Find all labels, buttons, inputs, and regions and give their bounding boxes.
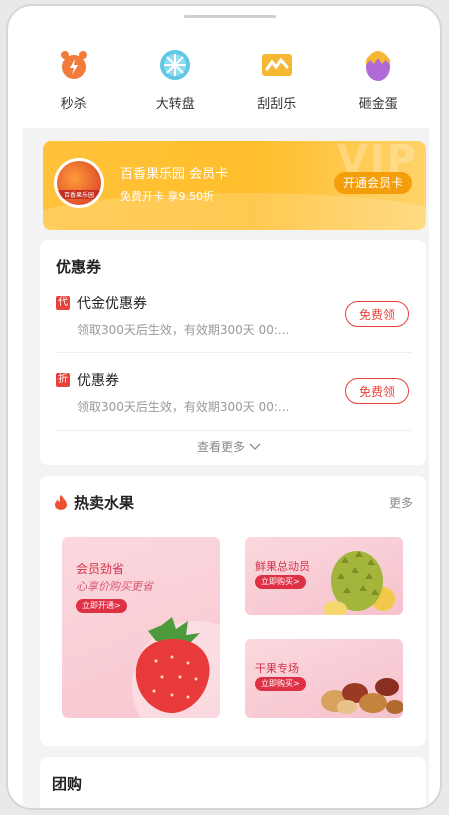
promo-title: 会员劲省 [76, 562, 125, 576]
promo-title: 鲜果总动员 [255, 560, 310, 573]
strawberry-image [135, 617, 210, 713]
claim-coupon-button[interactable]: 免费领 [345, 378, 409, 404]
fresh-fruit-promo-banner[interactable]: 鲜果总动员 立即购买> [245, 537, 403, 615]
coupon-name: 优惠券 [77, 373, 119, 389]
promo-subtitle: 心享价购买更省 [76, 580, 153, 593]
coupon-validity: 领取300天后生效，有效期300天 00:... [77, 323, 290, 337]
more-link[interactable]: 更多 [389, 494, 413, 511]
dried-nuts-image [321, 678, 403, 714]
coupon-validity: 领取300天后生效，有效期300天 00:... [77, 400, 290, 414]
flame-icon [55, 495, 67, 510]
phone-frame: 秒杀 大转盘 刮刮乐 砸金蛋 VIP 百香果乐园 百香果乐园 会员卡 免费开卡 … [6, 4, 442, 810]
promo-action-button[interactable]: 立即购买> [255, 677, 306, 691]
activity-nav: 秒杀 大转盘 刮刮乐 砸金蛋 [23, 22, 429, 128]
wheel-icon [158, 48, 192, 82]
alarm-clock-icon [57, 48, 91, 82]
member-card-subtitle: 免费开卡 享9.50折 [120, 190, 214, 203]
member-card-banner[interactable]: VIP 百香果乐园 百香果乐园 会员卡 免费开卡 享9.50折 开通会员卡 [43, 141, 426, 230]
logo-text: 百香果乐园 [57, 190, 101, 199]
coupon-type-badge: 代 [56, 296, 70, 310]
nav-label: 砸金蛋 [358, 97, 398, 112]
nav-item-wheel[interactable]: 大转盘 [135, 22, 215, 112]
coupon-name: 代金优惠券 [77, 296, 147, 312]
member-card-title: 百香果乐园 会员卡 [120, 167, 229, 182]
speaker-notch [184, 15, 276, 18]
nav-item-scratch[interactable]: 刮刮乐 [237, 22, 317, 112]
section-title: 热卖水果 [74, 494, 135, 512]
nav-label: 刮刮乐 [257, 97, 297, 112]
promo-action-button[interactable]: 立即购买> [255, 575, 306, 589]
golden-egg-icon [361, 48, 395, 82]
fruit-logo-image: 百香果乐园 [57, 161, 101, 205]
durian-image [323, 551, 395, 615]
section-title: 优惠券 [56, 258, 102, 276]
group-buy-section: 团购 [40, 757, 426, 808]
store-logo: 百香果乐园 [54, 158, 104, 208]
open-member-card-button[interactable]: 开通会员卡 [333, 172, 412, 194]
section-title: 团购 [52, 775, 83, 793]
divider [56, 352, 412, 353]
view-more-label: 查看更多 [197, 440, 246, 454]
scratch-card-icon [260, 48, 294, 82]
member-promo-banner[interactable]: 会员劲省 心享价购买更省 立即开通> [62, 537, 220, 718]
promo-title: 干果专场 [255, 662, 299, 675]
dried-fruit-promo-banner[interactable]: 干果专场 立即购买> [245, 639, 403, 718]
coupon-type-badge: 折 [56, 373, 70, 387]
claim-coupon-button[interactable]: 免费领 [345, 301, 409, 327]
hot-fruits-section: 热卖水果 更多 会员劲省 心享价购买更省 立即开通> 鲜果总动员 立即购买> 干… [40, 476, 426, 746]
chevron-down-icon [249, 443, 261, 450]
nav-item-flash-sale[interactable]: 秒杀 [34, 22, 114, 112]
nav-label: 大转盘 [155, 97, 195, 112]
nav-item-golden-egg[interactable]: 砸金蛋 [338, 22, 418, 112]
nav-label: 秒杀 [60, 97, 87, 112]
promo-action-button[interactable]: 立即开通> [76, 599, 127, 613]
app-screen: 秒杀 大转盘 刮刮乐 砸金蛋 VIP 百香果乐园 百香果乐园 会员卡 免费开卡 … [23, 22, 429, 808]
view-more-link[interactable]: 查看更多 [197, 438, 261, 455]
coupon-section: 优惠券 代 代金优惠券 领取300天后生效，有效期300天 00:... 免费领… [40, 240, 426, 465]
divider [56, 430, 412, 431]
